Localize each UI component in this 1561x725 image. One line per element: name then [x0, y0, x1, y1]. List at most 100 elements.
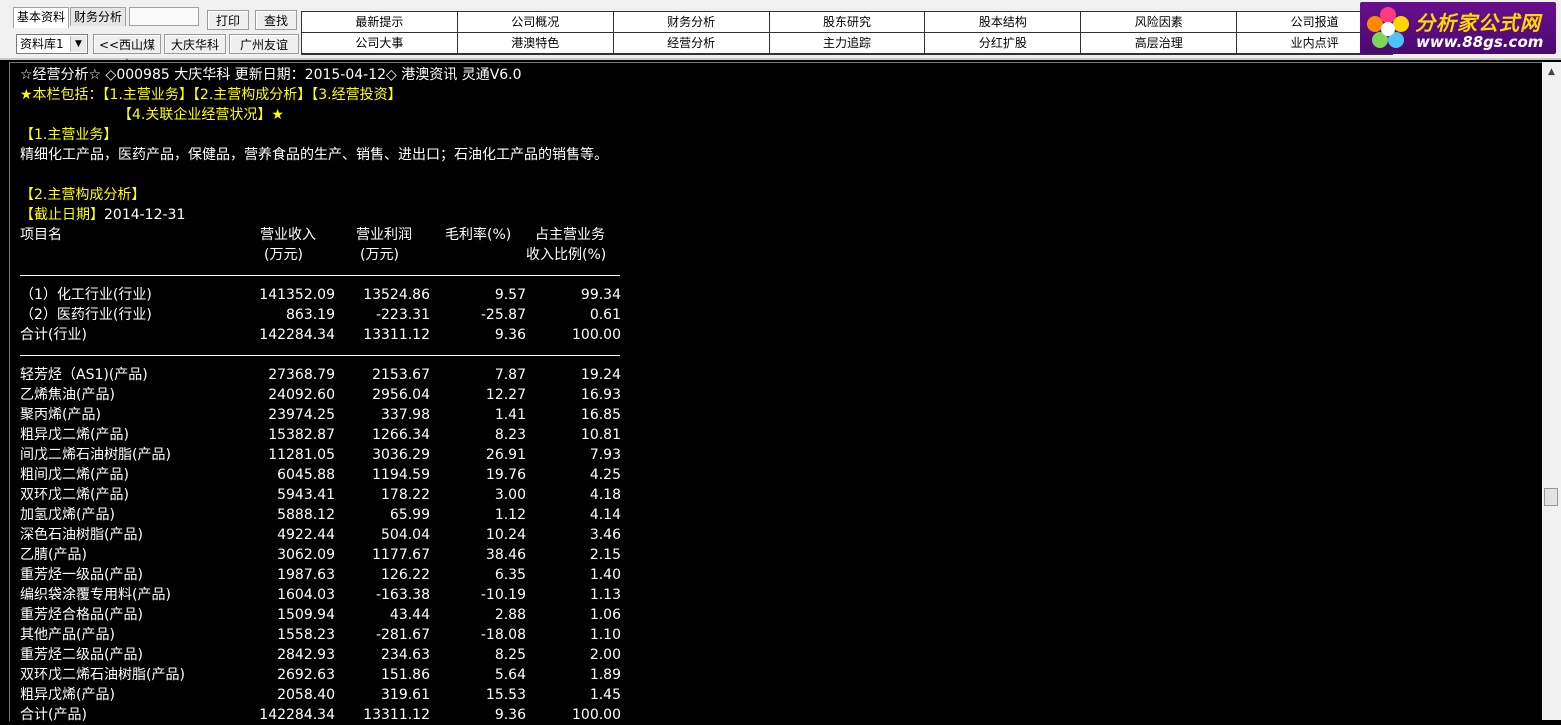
chevron-down-icon[interactable]: ▼	[70, 36, 86, 52]
toolbar: 基本资料 财务分析 打印 查找 资料库1 ▼ <<西山煤电 大庆华科 广州友谊>…	[0, 0, 1561, 72]
row-profit: 1177.67	[372, 547, 430, 563]
row-share: 4.14	[589, 507, 621, 523]
row-profit: 13311.12	[363, 707, 430, 723]
menu-governance[interactable]: 高层治理	[1081, 33, 1237, 53]
row-revenue: 4922.44	[277, 527, 335, 543]
header-margin: 毛利率(%)	[445, 227, 512, 243]
row-profit: 337.98	[381, 407, 430, 423]
row-revenue: 3062.09	[277, 547, 335, 563]
includes-line-2: 【4.关联企业经营状况】★	[118, 107, 284, 123]
table-header-row-1: 项目名 营业收入 营业利润 毛利率(%) 占主营业务	[20, 225, 630, 245]
menu-risk-factors[interactable]: 风险因素	[1081, 12, 1237, 32]
row-revenue: 24092.60	[268, 387, 335, 403]
menu-shareholder-research[interactable]: 股东研究	[769, 12, 925, 32]
table-row: 轻芳烃（AS1)(产品) 27368.79 2153.67 7.87 19.24	[20, 365, 630, 385]
header-revenue: 营业收入	[260, 227, 316, 243]
row-name: 深色石油树脂(产品)	[20, 527, 143, 543]
tab-basic-info[interactable]: 基本资料	[13, 7, 70, 28]
header-share: 占主营业务	[535, 227, 605, 243]
row-share: 1.13	[589, 587, 621, 603]
menu-dividends[interactable]: 分红扩股	[925, 33, 1081, 53]
table-row: （2）医药行业(行业) 863.19 -223.31 -25.87 0.61	[20, 305, 630, 325]
current-stock-button[interactable]: 大庆华科	[164, 34, 226, 54]
menu-major-events[interactable]: 公司大事	[302, 33, 457, 53]
section1-body: 精细化工产品，医药产品，保健品，营养食品的生产、销售、进出口；石油化工产品的销售…	[20, 147, 608, 163]
next-stock-button[interactable]: 广州友谊>>	[229, 34, 299, 72]
row-profit: 13524.86	[363, 287, 430, 303]
row-revenue: 863.19	[286, 307, 335, 323]
cutoff-date: 2014-12-31	[104, 207, 186, 223]
tab-blank	[129, 7, 200, 26]
row-revenue: 6045.88	[277, 467, 335, 483]
tab-financial-analysis[interactable]: 财务分析	[70, 7, 127, 26]
section1-title: 【1.主营业务】	[20, 127, 118, 143]
prev-stock-button[interactable]: <<西山煤电	[93, 34, 161, 72]
table-row: 粗间戊二烯(产品) 6045.88 1194.59 19.76 4.25	[20, 465, 630, 485]
database-select-value: 资料库1	[20, 37, 64, 51]
row-revenue: 15382.87	[268, 427, 335, 443]
row-name: 粗异戊二烯(产品)	[20, 427, 129, 443]
database-select[interactable]: 资料库1 ▼	[16, 34, 88, 54]
row-profit: 2956.04	[372, 387, 430, 403]
row-share: 4.25	[589, 467, 621, 483]
menu-hk-macau-features[interactable]: 港澳特色	[457, 33, 613, 53]
table-row: 重芳烃二级品(产品) 2842.93 234.63 8.25 2.00	[20, 645, 630, 665]
row-share: 1.10	[589, 627, 621, 643]
scroll-up-arrow-icon[interactable]: ▲	[1544, 65, 1559, 79]
includes-line-1: ★本栏包括：【1.主营业务】【2.主营构成分析】【3.经营投资】	[20, 87, 402, 103]
table-header-row-2: (万元) (万元) 收入比例(%)	[20, 245, 630, 265]
table-row: 加氢戊烯(产品) 5888.12 65.99 1.12 4.14	[20, 505, 630, 525]
menu-latest-tips[interactable]: 最新提示	[302, 12, 457, 32]
menu-share-structure[interactable]: 股本结构	[925, 12, 1081, 32]
header-name: 项目名	[20, 227, 62, 243]
row-name: 轻芳烃（AS1)(产品)	[20, 367, 148, 383]
table-row: 粗异戊二烯(产品) 15382.87 1266.34 8.23 10.81	[20, 425, 630, 445]
section2-title: 【2.主营构成分析】	[20, 187, 146, 203]
row-revenue: 1604.03	[277, 587, 335, 603]
menu-financial-analysis[interactable]: 财务分析	[613, 12, 769, 32]
header-profit-unit: (万元)	[360, 247, 399, 263]
cutoff-label: 【截止日期】	[20, 207, 104, 223]
row-share: 19.24	[580, 367, 621, 383]
row-share: 0.61	[589, 307, 621, 323]
row-profit: 1266.34	[372, 427, 430, 443]
header-profit: 营业利润	[356, 227, 412, 243]
row-share: 1.45	[589, 687, 621, 703]
row-profit: -223.31	[375, 307, 430, 323]
menu-main-force-tracking[interactable]: 主力追踪	[769, 33, 925, 53]
table-row: 粗异戊烯(产品) 2058.40 319.61 15.53 1.45	[20, 685, 630, 705]
menu-company-overview[interactable]: 公司概况	[457, 12, 613, 32]
logo-url: www.88gs.com	[1416, 33, 1544, 51]
row-name: 乙腈(产品)	[20, 547, 87, 563]
table-row: 双环戊二烯石油树脂(产品) 2692.63 151.86 5.64 1.89	[20, 665, 630, 685]
table-row: 聚丙烯(产品) 23974.25 337.98 1.41 16.85	[20, 405, 630, 425]
row-profit: 234.63	[381, 647, 430, 663]
row-share: 10.81	[580, 427, 621, 443]
row-name: 编织袋涂覆专用料(产品)	[20, 587, 171, 603]
brand-logo: 分析家公式网 www.88gs.com	[1360, 2, 1556, 54]
table-row: 重芳烃合格品(产品) 1509.94 43.44 2.88 1.06	[20, 605, 630, 625]
row-revenue: 23974.25	[268, 407, 335, 423]
view-tabs: 基本资料 财务分析	[13, 7, 200, 28]
table-row: 合计(行业) 142284.34 13311.12 9.36 100.00	[20, 325, 630, 345]
row-profit: 65.99	[389, 507, 430, 523]
table-row: 间戊二烯石油树脂(产品) 11281.05 3036.29 26.91 7.93	[20, 445, 630, 465]
row-revenue: 1987.63	[277, 567, 335, 583]
row-name: （2）医药行业(行业)	[20, 307, 152, 323]
search-button[interactable]: 查找	[255, 10, 297, 30]
row-share: 100.00	[572, 707, 621, 723]
print-button[interactable]: 打印	[207, 10, 249, 30]
row-name: 乙烯焦油(产品)	[20, 387, 115, 403]
scrollbar-thumb[interactable]	[1544, 488, 1558, 506]
row-revenue: 2692.63	[277, 667, 335, 683]
menu-business-analysis[interactable]: 经营分析	[613, 33, 769, 53]
table-row: 其他产品(产品) 1558.23 -281.67 -18.08 1.10	[20, 625, 630, 645]
vertical-scrollbar[interactable]: ▲	[1542, 62, 1561, 720]
row-profit: 13311.12	[363, 327, 430, 343]
table-row: （1）化工行业(行业) 141352.09 13524.86 9.57 99.34	[20, 285, 630, 305]
row-profit: 151.86	[381, 667, 430, 683]
row-profit: 178.22	[381, 487, 430, 503]
row-revenue: 27368.79	[268, 367, 335, 383]
header-share-unit: 收入比例(%)	[526, 247, 607, 263]
row-profit: 504.04	[381, 527, 430, 543]
